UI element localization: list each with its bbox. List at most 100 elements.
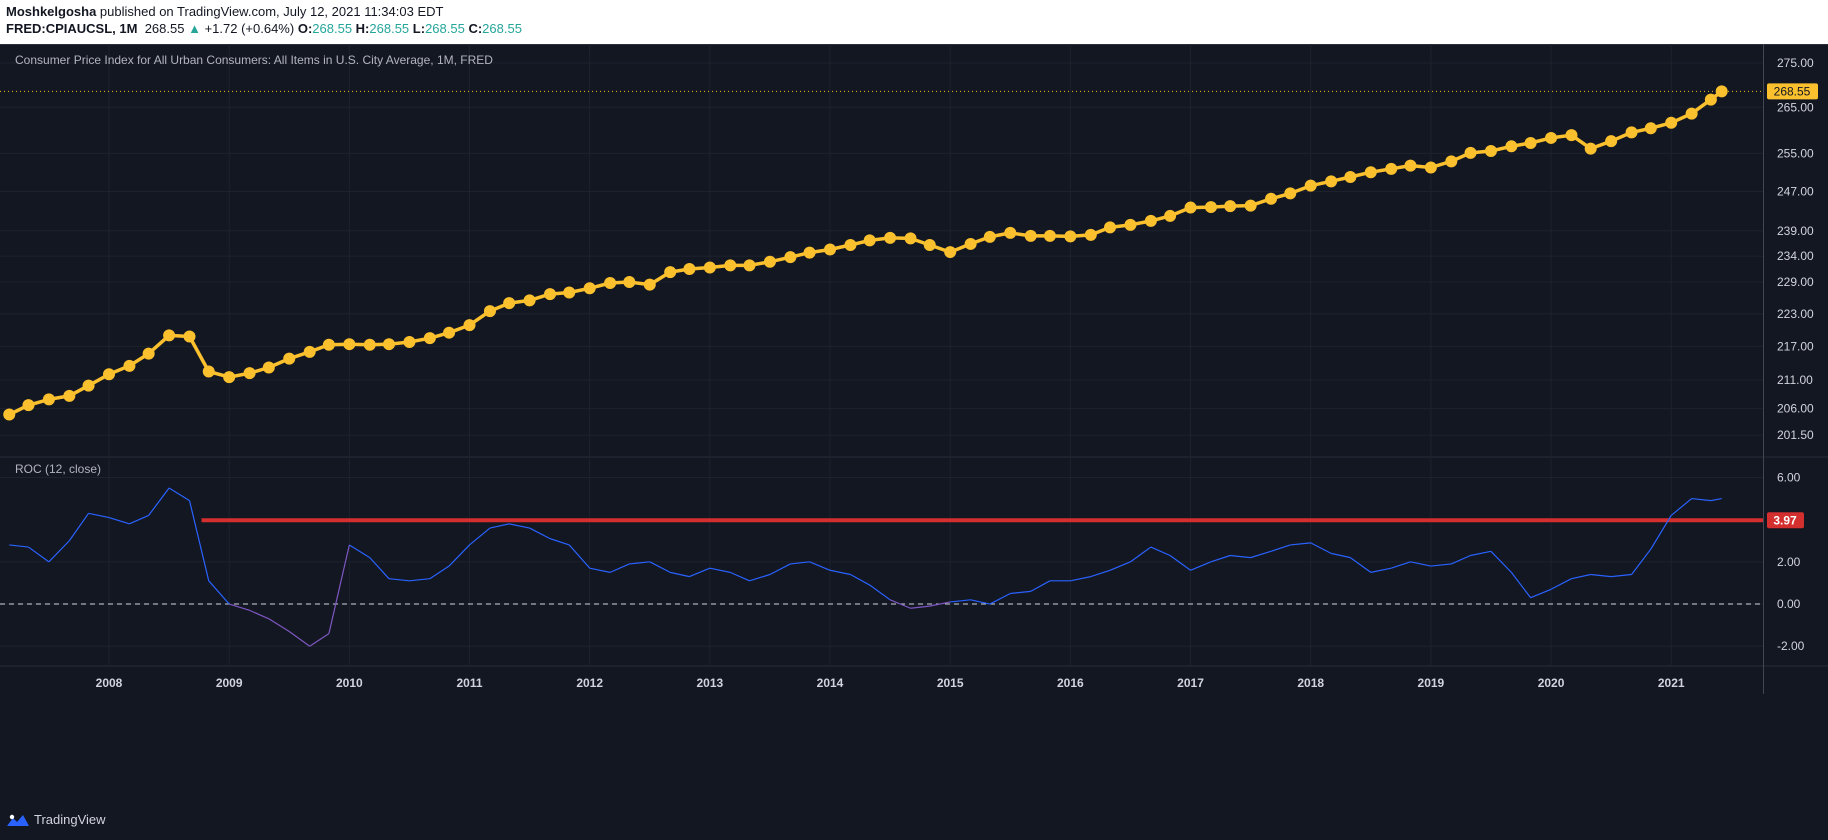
last-price-label: 268.55 — [1774, 84, 1811, 98]
price-point — [303, 345, 316, 358]
price-point — [1445, 155, 1458, 168]
price-point — [743, 259, 756, 272]
price-tick-label: 217.00 — [1777, 339, 1814, 353]
price-point — [483, 305, 496, 318]
level-label: 3.97 — [1773, 513, 1797, 527]
price-point — [904, 232, 917, 245]
price-point — [1364, 166, 1377, 179]
price-point — [1244, 199, 1257, 212]
price-point — [1265, 192, 1278, 205]
price-point — [863, 234, 876, 247]
price-point — [443, 326, 456, 339]
brand-label: TradingView — [34, 812, 106, 827]
x-tick-label: 2020 — [1538, 676, 1565, 690]
roc-pane-title: ROC (12, close) — [15, 462, 101, 476]
price-point — [1204, 201, 1217, 214]
x-tick-label: 2018 — [1297, 676, 1324, 690]
price-point — [1064, 230, 1077, 243]
price-point — [22, 399, 35, 412]
price-point — [923, 238, 936, 251]
price-point — [683, 263, 696, 276]
price-point — [964, 237, 977, 250]
price-point — [544, 288, 557, 301]
price-point — [382, 338, 395, 351]
close-label: C: — [468, 21, 483, 36]
price-point — [1284, 187, 1297, 200]
x-tick-label: 2011 — [456, 676, 482, 690]
price-point — [223, 371, 236, 384]
price-point — [1004, 226, 1017, 239]
x-tick-label: 2013 — [696, 676, 723, 690]
price-point — [142, 347, 155, 360]
price-point — [202, 365, 215, 378]
price-point — [1184, 201, 1197, 214]
price-point — [604, 277, 617, 290]
price-point — [1344, 171, 1357, 184]
price-point — [523, 294, 536, 307]
price-point — [824, 243, 837, 256]
price-point — [1084, 228, 1097, 241]
price-point — [583, 282, 596, 295]
price-point — [884, 231, 897, 244]
price-point — [724, 259, 737, 272]
tradingview-brand[interactable]: TradingView — [6, 812, 106, 827]
symbol-name[interactable]: FRED:CPIAUCSL, 1M — [6, 21, 137, 36]
price-tick-label: 255.00 — [1777, 146, 1814, 160]
roc-tick-label: 0.00 — [1777, 597, 1801, 611]
price-point — [1325, 175, 1338, 188]
price-point — [3, 408, 16, 421]
price-point — [703, 261, 716, 274]
price-point — [784, 251, 797, 264]
price-point — [1484, 144, 1497, 157]
low-value: 268.55 — [425, 21, 465, 36]
price-tick-label: 229.00 — [1777, 275, 1814, 289]
footer: TradingView — [0, 803, 1828, 840]
price-point — [1625, 126, 1638, 139]
price-point — [643, 278, 656, 291]
price-point — [82, 379, 95, 392]
price-point — [262, 361, 275, 374]
price-point — [563, 286, 576, 299]
price-point — [1644, 122, 1657, 135]
price-point — [283, 352, 296, 365]
price-point — [103, 368, 115, 381]
price-point — [1304, 179, 1317, 192]
x-tick-label: 2015 — [937, 676, 964, 690]
price-point — [423, 332, 436, 345]
price-point — [1605, 135, 1618, 148]
price-point — [1104, 221, 1117, 234]
price-point — [763, 255, 776, 268]
price-change: +1.72 (+0.64%) — [204, 21, 295, 36]
price-point — [1464, 146, 1477, 159]
symbol-legend: FRED:CPIAUCSL, 1M 268.55 ▲ +1.72 (+0.64%… — [6, 21, 522, 36]
price-point — [243, 367, 256, 380]
price-point — [1404, 159, 1417, 172]
price-point — [1524, 137, 1537, 150]
price-point — [63, 389, 76, 402]
price-point — [1545, 131, 1558, 144]
author-name[interactable]: Moshkelgosha — [6, 4, 96, 19]
x-tick-label: 2014 — [817, 676, 844, 690]
price-point — [1164, 209, 1177, 222]
x-tick-label: 2008 — [96, 676, 123, 690]
price-point — [1385, 162, 1398, 175]
roc-tick-label: 2.00 — [1777, 555, 1801, 569]
price-tick-label: 247.00 — [1777, 184, 1814, 198]
chart-canvas[interactable]: Consumer Price Index for All Urban Consu… — [0, 44, 1828, 803]
high-value: 268.55 — [369, 21, 410, 36]
open-value: 268.55 — [312, 21, 353, 36]
price-pane-title: Consumer Price Index for All Urban Consu… — [15, 53, 493, 67]
price-point — [403, 335, 416, 348]
price-tick-label: 265.00 — [1777, 100, 1814, 114]
price-point — [1685, 107, 1698, 120]
price-point — [42, 393, 55, 406]
price-point — [1505, 140, 1518, 153]
price-point — [1124, 218, 1137, 231]
change-up-icon: ▲ — [188, 21, 201, 36]
price-point — [1024, 229, 1037, 242]
x-tick-label: 2019 — [1418, 676, 1445, 690]
price-point — [944, 246, 957, 259]
x-tick-label: 2012 — [576, 676, 603, 690]
price-point — [1144, 214, 1157, 227]
price-tick-label: 206.00 — [1777, 402, 1814, 416]
